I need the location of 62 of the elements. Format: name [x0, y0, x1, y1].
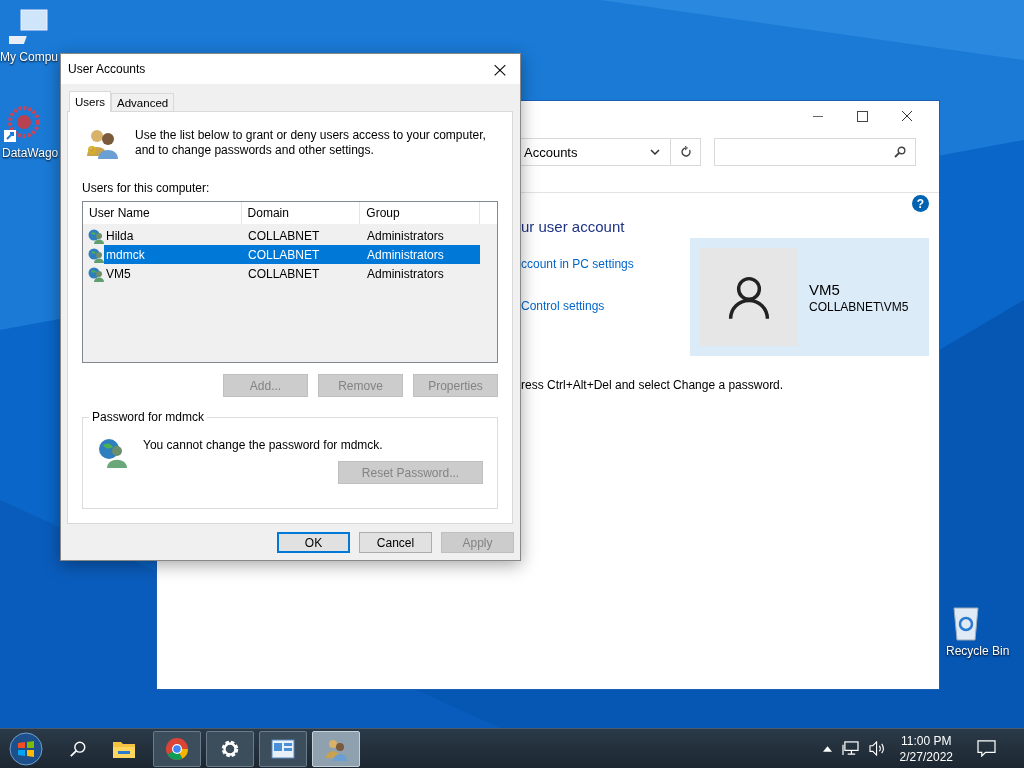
control-panel-icon — [271, 736, 295, 761]
help-icon[interactable]: ? — [912, 195, 929, 212]
network-icon[interactable] — [841, 741, 859, 756]
dialog-button[interactable]: Cancel — [359, 532, 432, 553]
page-heading: ur user account — [521, 218, 626, 235]
account-name: VM5 — [809, 280, 841, 298]
user-globe-icon — [88, 265, 104, 282]
domain-cell-text: COLLABNET — [248, 266, 321, 281]
address-text: Accounts — [524, 144, 578, 160]
group-cell-text: Administrators — [367, 228, 445, 243]
domain-cell-text: COLLABNET — [248, 247, 321, 262]
user-row[interactable]: Hilda COLLABNET Administrators — [104, 226, 480, 245]
chrome-taskbar-button[interactable] — [153, 730, 201, 767]
user-globe-icon — [97, 436, 129, 468]
search-field[interactable] — [714, 138, 916, 166]
chevron-down-icon[interactable] — [650, 149, 660, 155]
search-icon — [894, 146, 906, 158]
group-cell-text: Administrators — [367, 266, 445, 281]
group-cell-text: Administrators — [367, 247, 445, 262]
user-globe-icon — [88, 246, 104, 263]
start-button[interactable] — [8, 730, 44, 767]
window-title: User Accounts — [68, 62, 146, 76]
search-icon[interactable] — [69, 739, 87, 758]
account-domain: COLLABNET\VM5 — [809, 299, 909, 314]
refresh-button[interactable] — [671, 138, 701, 166]
password-message: You cannot change the password for mdmck. — [143, 438, 383, 452]
list-label: Users for this computer: — [82, 181, 211, 195]
browser-icon — [165, 736, 189, 761]
tab[interactable]: Advanced — [111, 93, 175, 111]
column-header[interactable]: User Name — [83, 202, 242, 224]
volume-icon[interactable] — [868, 741, 886, 756]
close-icon[interactable] — [901, 110, 913, 122]
settings-link[interactable]: ccount in PC settings — [521, 257, 634, 271]
desktop-icon-label[interactable]: Recycle Bin — [946, 644, 1010, 658]
notification-icon[interactable] — [977, 740, 996, 757]
refresh-icon — [679, 146, 692, 158]
close-button[interactable]: × — [480, 54, 520, 84]
clock-date[interactable]: 2/27/2022 — [899, 748, 953, 765]
clock-time[interactable]: 11:00 PM — [901, 732, 952, 749]
group-title: Password for mdmck — [89, 410, 208, 424]
column-header[interactable]: Group — [360, 202, 481, 224]
tab[interactable]: Users — [69, 91, 112, 112]
control-panel-taskbar-button[interactable] — [259, 730, 307, 767]
person-icon — [726, 274, 772, 320]
user-name-cell-text: VM5 — [105, 266, 132, 281]
user-row[interactable]: mdmck COLLABNET Administrators — [104, 245, 480, 264]
desktop-icon-label[interactable]: DataWago — [2, 146, 59, 160]
password-note: ress Ctrl+Alt+Del and select Change a password. — [521, 378, 785, 392]
intro-text: Use the list below to grant or deny users access to your computer, and to change passwords and other settings. — [135, 128, 487, 158]
caret-up-icon[interactable] — [822, 745, 832, 752]
user-name-cell-text: Hilda — [105, 228, 135, 243]
settings-taskbar-button[interactable] — [206, 730, 254, 767]
user-accounts-taskbar-button[interactable] — [312, 730, 360, 767]
domain-cell-text: COLLABNET — [248, 228, 321, 243]
column-header[interactable]: Domain — [241, 202, 361, 224]
user-name-cell-text: mdmck — [105, 247, 146, 262]
dialog-button[interactable]: OK — [277, 532, 350, 553]
desktop-icon-label[interactable]: My Compu — [0, 50, 58, 64]
user-globe-icon — [88, 227, 104, 244]
user-row[interactable]: VM5 COLLABNET Administrators — [104, 264, 480, 283]
app-icon[interactable] — [2, 104, 42, 144]
settings-link[interactable]: Control settings — [521, 299, 634, 313]
